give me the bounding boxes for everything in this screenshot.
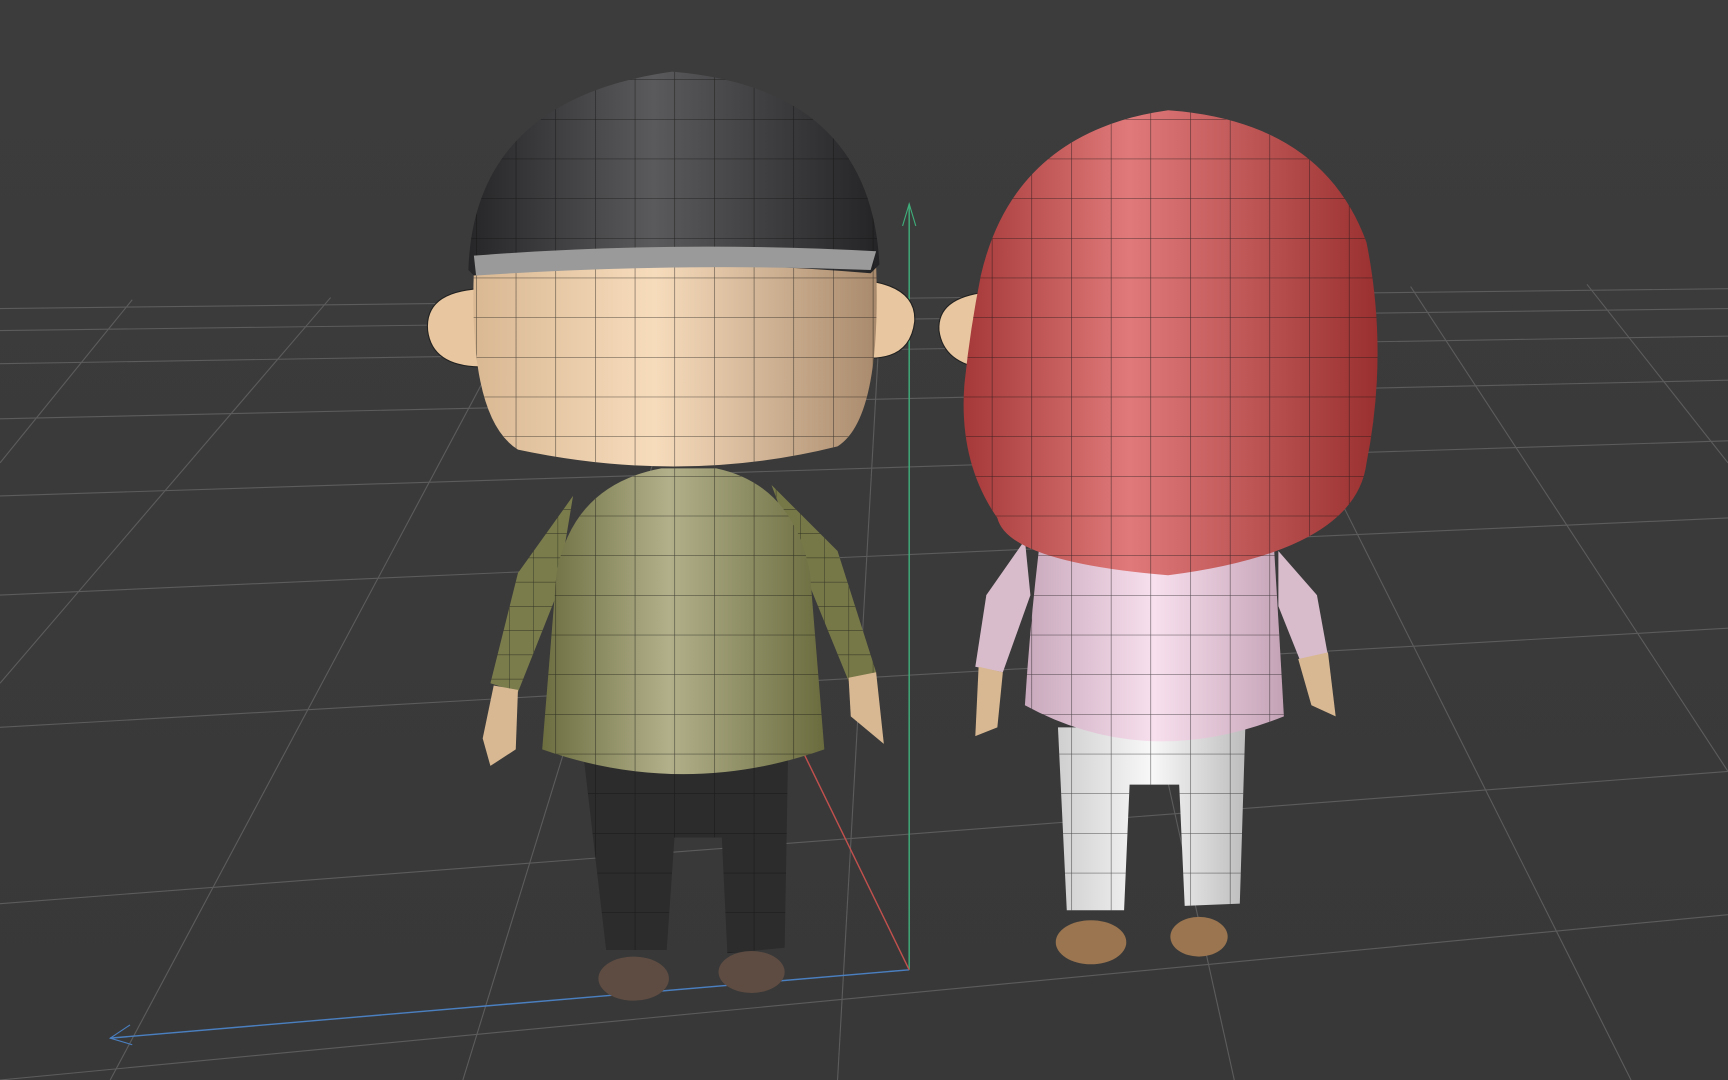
girl-hand-left (975, 666, 1003, 737)
boy-character[interactable] (426, 71, 916, 1001)
girl-character[interactable] (938, 110, 1378, 965)
boy-ear-right (870, 280, 916, 359)
viewport-canvas[interactable] (0, 0, 1728, 1080)
girl-hand-right (1298, 652, 1336, 717)
z-axis-arrow-icon (108, 1024, 133, 1046)
3d-viewport[interactable] (0, 0, 1728, 1080)
girl-arm-left (975, 540, 1031, 673)
girl-shoe-right (1170, 916, 1228, 957)
boy-ear-left (426, 288, 480, 368)
girl-arm-right (1278, 551, 1328, 662)
boy-shoe-right (718, 951, 785, 993)
boy-hand-left (482, 685, 518, 766)
boy-shoe-left (598, 956, 669, 1001)
girl-shoe-left (1055, 920, 1127, 965)
boy-hand-right (848, 672, 884, 744)
x-axis (803, 754, 910, 971)
